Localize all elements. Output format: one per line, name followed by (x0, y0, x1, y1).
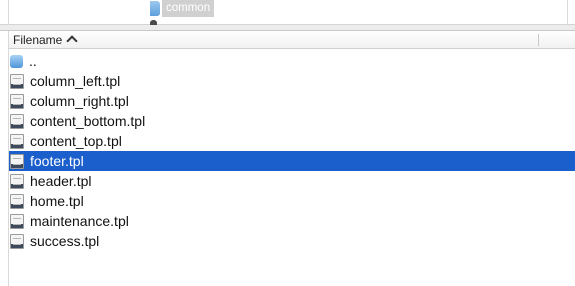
file-name: header.tpl (30, 173, 92, 189)
file-name: content_bottom.tpl (30, 113, 146, 129)
list-item-parent-directory[interactable]: .. (9, 51, 575, 71)
list-item[interactable]: content_bottom.tpl (9, 111, 575, 131)
file-name: column_right.tpl (30, 93, 129, 109)
list-item[interactable]: content_top.tpl (9, 131, 575, 151)
file-name: footer.tpl (30, 153, 84, 169)
list-item[interactable]: success.tpl (9, 231, 575, 251)
folder-up-icon (10, 54, 23, 68)
tree-left-border (8, 0, 9, 25)
file-name: success.tpl (30, 233, 100, 249)
file-icon (10, 153, 24, 169)
list-item[interactable]: column_right.tpl (9, 91, 575, 111)
file-name: .. (29, 53, 37, 69)
file-list-header: Filename (9, 31, 575, 49)
list-item[interactable]: column_left.tpl (9, 71, 575, 91)
filename-column-header[interactable]: Filename (9, 33, 77, 47)
filename-column-label: Filename (13, 32, 63, 47)
file-browser: common Filename .. column_left.tpl colum… (0, 0, 575, 286)
list-item-selected[interactable]: footer.tpl (9, 151, 575, 171)
file-list: .. column_left.tpl column_right.tpl cont… (9, 51, 575, 251)
list-item[interactable]: home.tpl (9, 191, 575, 211)
file-name: home.tpl (30, 193, 84, 209)
list-item[interactable]: header.tpl (9, 171, 575, 191)
file-icon (10, 233, 24, 249)
folder-icon (150, 1, 160, 16)
tree-node-common[interactable]: common (150, 0, 215, 17)
file-icon (10, 213, 24, 229)
file-icon (10, 73, 24, 89)
column-divider[interactable] (538, 34, 539, 46)
sort-ascending-icon (68, 35, 77, 44)
file-icon (10, 93, 24, 109)
file-icon (10, 133, 24, 149)
directory-tree-pane[interactable]: common (0, 0, 575, 25)
list-item[interactable]: maintenance.tpl (9, 211, 575, 231)
file-name: column_left.tpl (30, 73, 121, 89)
file-icon (10, 173, 24, 189)
tree-node-label: common (162, 0, 215, 17)
file-list-pane: Filename .. column_left.tpl column_right… (0, 31, 575, 286)
tree-right-border (567, 0, 568, 25)
file-icon (10, 193, 24, 209)
file-icon (10, 113, 24, 129)
file-name: maintenance.tpl (30, 213, 129, 229)
file-name: content_top.tpl (30, 133, 122, 149)
